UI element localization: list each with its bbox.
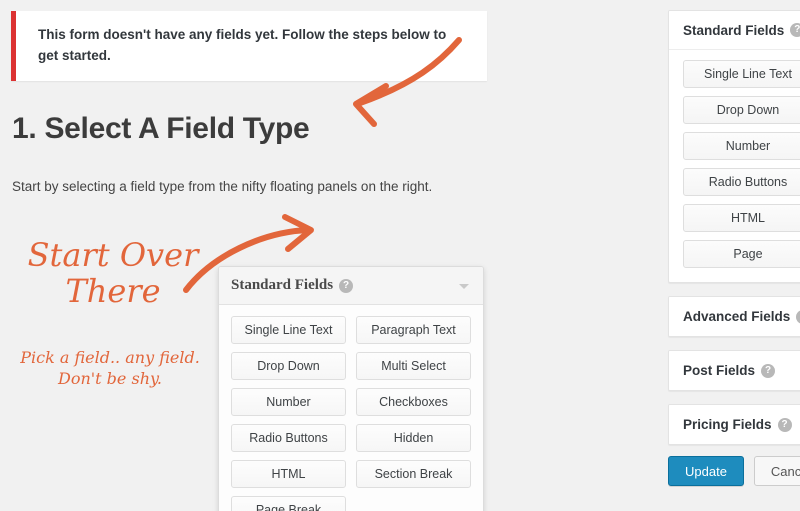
field-button-single-line-text[interactable]: Single Line Text [231,316,346,344]
sidebar-field-button-number[interactable]: Number [683,132,800,160]
field-button-radio-buttons[interactable]: Radio Buttons [231,424,346,452]
sidebar-field-button-radio-buttons[interactable]: Radio Buttons [683,168,800,196]
page-description: Start by selecting a field type from the… [12,179,433,194]
help-circle-icon[interactable]: ? [339,278,354,293]
floating-panel-header[interactable]: Standard Fields ? [219,267,483,305]
floating-panel-title: Standard Fields [231,277,334,293]
sidebar-panel-header-standard-fields[interactable]: Standard Fields ? [669,11,800,50]
field-panels-sidebar: Standard Fields ? Single Line Text Drop … [668,10,800,458]
sidebar-panel-header-advanced-fields[interactable]: Advanced Fields ? [669,297,800,336]
field-button-page-break[interactable]: Page Break [231,496,346,511]
help-circle-icon[interactable]: ? [777,417,792,432]
sidebar-panel-standard-fields[interactable]: Standard Fields ? Single Line Text Drop … [668,10,800,283]
sidebar-field-button-single-line-text[interactable]: Single Line Text [683,60,800,88]
chevron-down-icon[interactable] [459,283,469,289]
field-button-multi-select[interactable]: Multi Select [356,352,471,380]
cancel-button[interactable]: Cancel [753,456,800,486]
update-button[interactable]: Update [668,456,744,486]
sidebar-panel-body-standard-fields: Single Line Text Drop Down Number Radio … [669,50,800,282]
field-button-paragraph-text[interactable]: Paragraph Text [356,316,471,344]
field-button-section-break[interactable]: Section Break [356,460,471,488]
sidebar-panel-title: Advanced Fields [683,309,791,324]
annotation-subtext: Pick a field.. any field. Don't be shy. [20,348,200,388]
page-title: 1. Select A Field Type [12,112,310,145]
sidebar-field-button-drop-down[interactable]: Drop Down [683,96,800,124]
empty-form-notice: This form doesn't have any fields yet. F… [11,11,487,81]
floating-standard-fields-panel[interactable]: Standard Fields ? Single Line Text Parag… [218,266,484,511]
floating-panel-button-grid: Single Line Text Paragraph Text Drop Dow… [219,305,483,511]
sidebar-panel-advanced-fields[interactable]: Advanced Fields ? [668,296,800,337]
annotation-headline: Start Over There [27,236,199,310]
field-button-hidden[interactable]: Hidden [356,424,471,452]
notice-message: This form doesn't have any fields yet. F… [38,27,447,63]
sidebar-panel-header-post-fields[interactable]: Post Fields ? [669,351,800,390]
sidebar-field-button-page[interactable]: Page [683,240,800,268]
help-circle-icon[interactable]: ? [796,309,800,324]
help-circle-icon[interactable]: ? [790,23,800,37]
field-button-checkboxes[interactable]: Checkboxes [356,388,471,416]
sidebar-panel-header-pricing-fields[interactable]: Pricing Fields ? [669,405,800,444]
field-button-drop-down[interactable]: Drop Down [231,352,346,380]
form-action-bar: Update Cancel [668,456,800,486]
sidebar-panel-title: Standard Fields [683,22,785,38]
sidebar-panel-post-fields[interactable]: Post Fields ? [668,350,800,391]
sidebar-panel-pricing-fields[interactable]: Pricing Fields ? [668,404,800,445]
sidebar-panel-title: Pricing Fields [683,417,772,432]
sidebar-field-button-html[interactable]: HTML [683,204,800,232]
help-circle-icon[interactable]: ? [761,363,776,378]
sidebar-panel-title: Post Fields [683,363,756,378]
field-button-html[interactable]: HTML [231,460,346,488]
field-button-number[interactable]: Number [231,388,346,416]
page-root: This form doesn't have any fields yet. F… [0,0,800,511]
